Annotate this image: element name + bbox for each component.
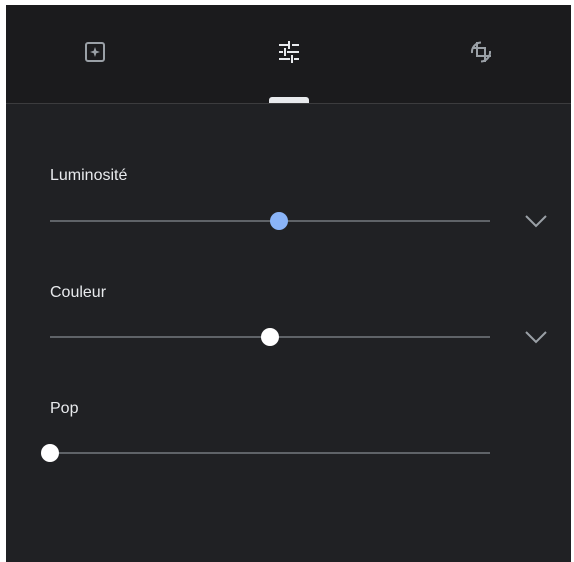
crop-rotate-icon: [470, 41, 492, 63]
chevron-down-icon: [525, 215, 547, 228]
slider-thumb[interactable]: [41, 444, 59, 462]
tab-crop-rotate[interactable]: [456, 27, 506, 77]
pop-slider[interactable]: [41, 443, 490, 463]
couleur-slider[interactable]: [50, 327, 490, 347]
luminosite-expand-button[interactable]: [519, 209, 553, 233]
pop-label: Pop: [50, 400, 79, 417]
tab-adjust[interactable]: [264, 27, 314, 77]
chevron-down-icon: [525, 331, 547, 344]
slider-track: [50, 452, 490, 454]
tool-tab-bar: [6, 5, 571, 104]
couleur-label: Couleur: [50, 284, 107, 301]
active-tab-indicator: [269, 97, 309, 103]
tab-auto-enhance[interactable]: [70, 27, 120, 77]
slider-thumb[interactable]: [261, 328, 279, 346]
luminosite-label: Luminosité: [50, 167, 128, 184]
luminosite-slider[interactable]: [50, 211, 490, 231]
slider-thumb[interactable]: [269, 212, 288, 230]
sliders-icon: [279, 41, 299, 63]
couleur-expand-button[interactable]: [519, 325, 553, 349]
editor-panel: Luminosité Couleur Pop: [6, 5, 571, 562]
sparkle-square-icon: [85, 42, 105, 62]
